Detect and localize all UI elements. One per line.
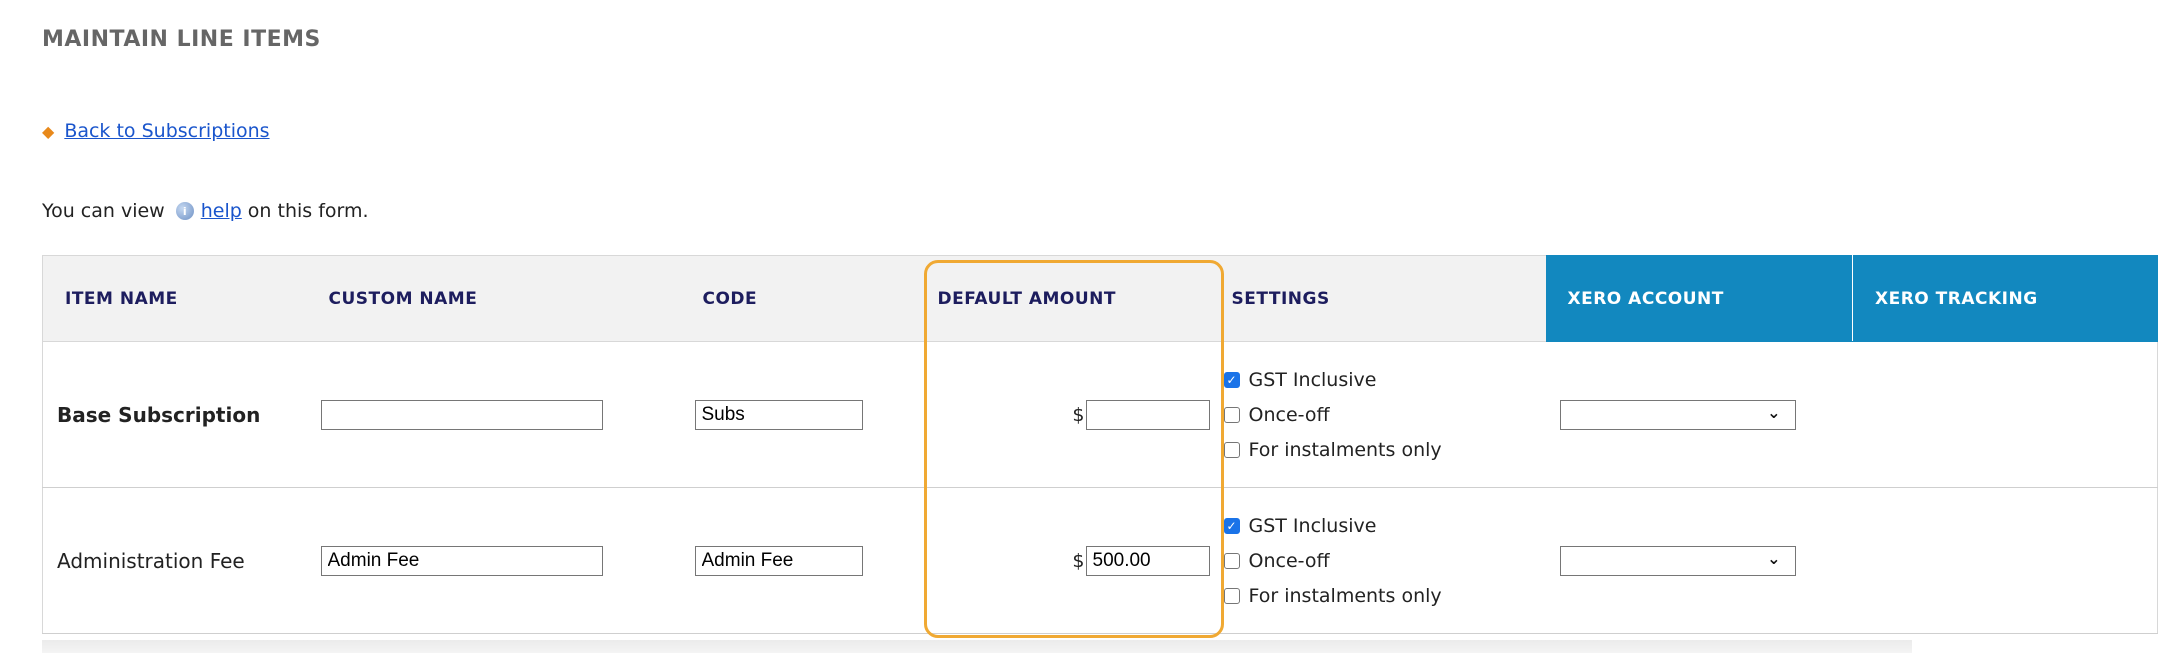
checkbox-unchecked-icon[interactable]	[1223, 441, 1240, 458]
header-xero-account: XERO ACCOUNT	[1545, 255, 1853, 342]
help-row: You can view i help on this form.	[42, 200, 369, 222]
header-default-amount: DEFAULT AMOUNT	[915, 255, 1210, 342]
table-row: Administration Fee $ ✓ GST Inclusive	[42, 487, 2158, 634]
checkbox-unchecked-icon[interactable]	[1223, 587, 1240, 604]
default-amount-cell: $	[915, 487, 1210, 634]
xero-tracking-cell	[1852, 341, 2158, 488]
header-custom-name: CUSTOM NAME	[306, 255, 681, 342]
table-header-row: ITEM NAME CUSTOM NAME CODE DEFAULT AMOUN…	[42, 255, 2158, 342]
page-title: MAINTAIN LINE ITEMS	[42, 27, 321, 52]
item-name: Base Subscription	[57, 402, 261, 427]
chevron-down-icon: ⌄	[1767, 402, 1781, 422]
custom-name-cell	[306, 487, 681, 634]
info-icon: i	[175, 202, 194, 220]
item-name: Administration Fee	[57, 548, 245, 573]
back-to-subscriptions-link[interactable]: Back to Subscriptions	[64, 120, 269, 142]
back-row: ◆ Back to Subscriptions	[42, 120, 270, 142]
instalments-only-option[interactable]: For instalments only	[1223, 585, 1546, 607]
header-settings: SETTINGS	[1209, 255, 1546, 342]
gst-inclusive-option[interactable]: ✓ GST Inclusive	[1223, 515, 1546, 537]
xero-account-cell: ⌄	[1545, 487, 1853, 634]
custom-name-cell	[306, 341, 681, 488]
currency-symbol: $	[1072, 403, 1085, 426]
help-link[interactable]: help	[201, 200, 242, 222]
checkbox-checked-icon[interactable]: ✓	[1223, 517, 1240, 534]
checkbox-unchecked-icon[interactable]	[1223, 406, 1240, 423]
help-suffix: on this form.	[247, 200, 369, 222]
gst-inclusive-option[interactable]: ✓ GST Inclusive	[1223, 369, 1546, 391]
table-row: Base Subscription $ ✓ GST Inclusive	[42, 341, 2158, 488]
xero-account-select[interactable]: ⌄	[1559, 545, 1796, 576]
help-prefix: You can view	[42, 200, 165, 222]
instalments-only-option[interactable]: For instalments only	[1223, 439, 1546, 461]
back-arrow-icon: ◆	[42, 121, 55, 141]
checkbox-unchecked-icon[interactable]	[1223, 552, 1240, 569]
code-input[interactable]	[694, 545, 863, 576]
code-cell	[680, 487, 916, 634]
default-amount-input[interactable]	[1085, 399, 1210, 430]
default-amount-cell: $	[915, 341, 1210, 488]
code-cell	[680, 341, 916, 488]
code-input[interactable]	[694, 399, 863, 430]
header-code: CODE	[680, 255, 916, 342]
header-xero-tracking: XERO TRACKING	[1852, 255, 2158, 342]
checkbox-checked-icon[interactable]: ✓	[1223, 371, 1240, 388]
line-items-table: ITEM NAME CUSTOM NAME CODE DEFAULT AMOUN…	[42, 255, 2158, 634]
once-off-option[interactable]: Once-off	[1223, 550, 1546, 572]
item-name-cell: Base Subscription	[42, 341, 307, 488]
custom-name-input[interactable]	[320, 399, 603, 430]
chevron-down-icon: ⌄	[1767, 548, 1781, 568]
default-amount-input[interactable]	[1085, 545, 1210, 576]
custom-name-input[interactable]	[320, 545, 603, 576]
settings-cell: ✓ GST Inclusive Once-off For instalments…	[1209, 341, 1546, 488]
xero-account-select[interactable]: ⌄	[1559, 399, 1796, 430]
xero-account-cell: ⌄	[1545, 341, 1853, 488]
settings-cell: ✓ GST Inclusive Once-off For instalments…	[1209, 487, 1546, 634]
once-off-option[interactable]: Once-off	[1223, 404, 1546, 426]
bottom-shade	[42, 640, 1912, 653]
header-item-name: ITEM NAME	[42, 255, 307, 342]
item-name-cell: Administration Fee	[42, 487, 307, 634]
xero-tracking-cell	[1852, 487, 2158, 634]
currency-symbol: $	[1072, 549, 1085, 572]
